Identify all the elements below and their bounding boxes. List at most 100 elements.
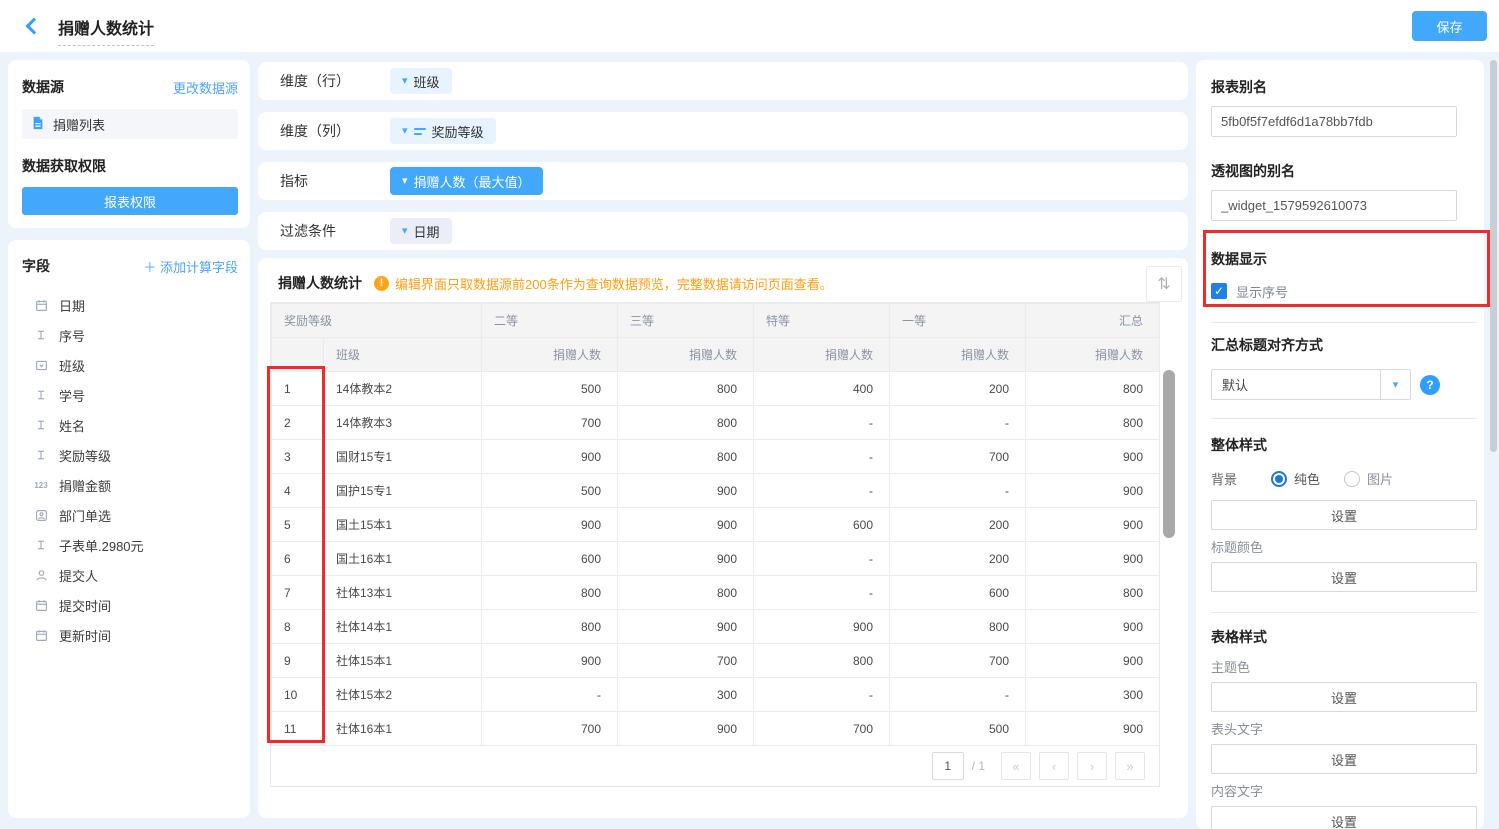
field-item[interactable]: 更新时间 (22, 620, 238, 650)
title-color-set-button[interactable]: 设置 (1211, 562, 1477, 592)
field-label: 子表单.2980元 (59, 536, 144, 555)
theme-color-set-button[interactable]: 设置 (1211, 682, 1477, 712)
value-cell: 900 (482, 440, 618, 474)
value-cell: 200 (890, 372, 1026, 406)
field-item[interactable]: 学号 (22, 380, 238, 410)
title-color-label: 标题颜色 (1211, 537, 1466, 556)
datasource-item[interactable]: 捐赠列表 (22, 109, 238, 139)
class-name-cell: 国土15本1 (324, 508, 482, 542)
data-display-label: 数据显示 (1211, 249, 1466, 269)
divider (1211, 612, 1477, 613)
bg-solid-radio[interactable] (1271, 471, 1287, 487)
save-button[interactable]: 保存 (1412, 11, 1487, 41)
field-item[interactable]: 123捐赠金额 (22, 470, 238, 500)
value-cell: 800 (482, 576, 618, 610)
datasource-title: 数据源 (22, 77, 64, 97)
field-item[interactable]: 奖励等级 (22, 440, 238, 470)
report-alias-input[interactable] (1211, 106, 1457, 137)
last-page-button[interactable]: » (1115, 752, 1145, 780)
table-header-row-1: 奖励等级 二等 三等 特等 一等 汇总 (272, 304, 1160, 338)
value-cell: 900 (1026, 610, 1160, 644)
preview-title: 捐赠人数统计 (278, 273, 362, 293)
add-calc-field-link[interactable]: ＋ 添加计算字段 (143, 257, 238, 276)
field-item[interactable]: 姓名 (22, 410, 238, 440)
show-index-checkbox[interactable]: ✓ (1211, 283, 1227, 299)
field-item[interactable]: 日期 (22, 290, 238, 320)
value-cell: - (754, 542, 890, 576)
change-datasource-link[interactable]: 更改数据源 (173, 78, 238, 97)
row-index-cell: 4 (272, 474, 324, 508)
value-cell: 400 (754, 372, 890, 406)
header-text-set-button[interactable]: 设置 (1211, 744, 1477, 774)
dimension-col-pill[interactable]: ▾ 奖励等级 (390, 118, 496, 144)
value-cell: 900 (1026, 508, 1160, 542)
field-item[interactable]: 提交时间 (22, 590, 238, 620)
value-cell: 900 (482, 644, 618, 678)
field-item[interactable]: 部门单选 (22, 500, 238, 530)
table-sort-button[interactable]: ⇅ (1146, 266, 1182, 302)
field-item[interactable]: 班级 (22, 350, 238, 380)
row-index-cell: 6 (272, 542, 324, 576)
summary-align-select[interactable]: 默认 ▾ (1211, 369, 1411, 400)
back-icon[interactable] (26, 18, 43, 35)
report-alias-label: 报表别名 (1211, 77, 1466, 97)
metric-card: 指标 ▾ 捐赠人数（最大值） (258, 162, 1188, 200)
first-page-button[interactable]: « (1001, 752, 1031, 780)
calendar-icon (33, 299, 49, 312)
value-cell: 800 (618, 576, 754, 610)
value-cell: 900 (618, 474, 754, 508)
class-name-cell: 国财15专1 (324, 440, 482, 474)
value-cell: 800 (618, 406, 754, 440)
permission-title: 数据获取权限 (22, 156, 238, 176)
filter-card: 过滤条件 ▾ 日期 (258, 212, 1188, 250)
chevron-down-icon: ▾ (402, 176, 408, 187)
datasource-name: 捐赠列表 (53, 115, 105, 134)
content-text-set-button[interactable]: 设置 (1211, 806, 1477, 829)
next-page-button[interactable]: › (1077, 752, 1107, 780)
field-item[interactable]: 提交人 (22, 560, 238, 590)
column-header: 捐赠人数 (754, 338, 890, 372)
row-index-cell: 10 (272, 678, 324, 712)
prev-page-button[interactable]: ‹ (1039, 752, 1069, 780)
field-item[interactable]: 子表单.2980元 (22, 530, 238, 560)
class-name-cell: 社体14本1 (324, 610, 482, 644)
datasource-panel: 数据源 更改数据源 捐赠列表 数据获取权限 报表权限 (8, 60, 250, 228)
value-cell: 700 (618, 644, 754, 678)
widget-alias-label: 透视图的别名 (1211, 161, 1466, 181)
dimension-col-label: 维度（列） (280, 121, 390, 141)
field-label: 班级 (59, 356, 85, 375)
value-cell: 500 (482, 474, 618, 508)
field-item[interactable]: 序号 (22, 320, 238, 350)
table-style-label: 表格样式 (1211, 627, 1466, 647)
help-icon[interactable]: ? (1420, 375, 1440, 395)
background-label: 背景 (1211, 469, 1271, 488)
bg-image-radio[interactable] (1344, 471, 1360, 487)
page-number-input[interactable] (932, 752, 964, 780)
class-name-cell: 社体13本1 (324, 576, 482, 610)
filter-pill[interactable]: ▾ 日期 (390, 218, 452, 244)
value-cell: - (754, 576, 890, 610)
dimension-row-pill[interactable]: ▾ 班级 (390, 68, 452, 94)
widget-alias-input[interactable] (1211, 190, 1457, 221)
overall-style-label: 整体样式 (1211, 435, 1466, 455)
value-cell: 700 (754, 712, 890, 746)
value-cell: 900 (754, 610, 890, 644)
page-scrollbar[interactable] (1490, 60, 1497, 452)
row-index-cell: 7 (272, 576, 324, 610)
text-icon (33, 539, 49, 551)
row-index-cell: 3 (272, 440, 324, 474)
class-name-cell: 社体15本2 (324, 678, 482, 712)
value-cell: - (754, 440, 890, 474)
report-permission-button[interactable]: 报表权限 (22, 187, 238, 215)
bg-solid-label: 纯色 (1294, 469, 1320, 488)
background-set-button[interactable]: 设置 (1211, 500, 1477, 530)
value-cell: 700 (482, 406, 618, 440)
table-row: 6国土16本1600900-200900 (272, 542, 1160, 576)
sort-arrows-icon: ⇅ (1157, 274, 1170, 294)
filter-label: 过滤条件 (280, 221, 390, 241)
pagination: / 1 « ‹ › » (271, 746, 1159, 786)
value-cell: 900 (618, 610, 754, 644)
metric-label: 指标 (280, 171, 390, 191)
table-scrollbar[interactable] (1163, 370, 1175, 538)
metric-pill[interactable]: ▾ 捐赠人数（最大值） (390, 167, 543, 195)
